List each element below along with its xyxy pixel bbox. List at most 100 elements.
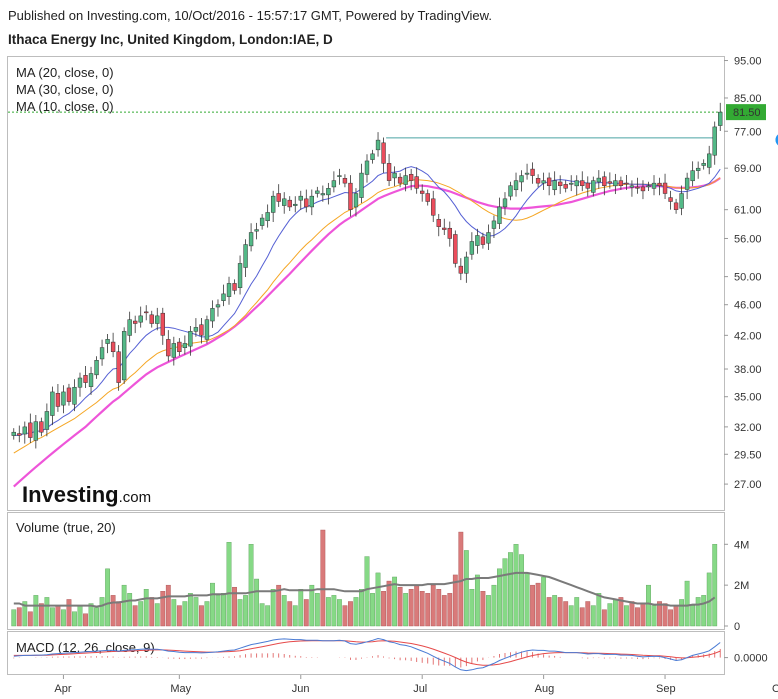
volume-bar-up (612, 599, 618, 627)
volume-bar-up (519, 554, 524, 627)
candle-down (66, 387, 72, 402)
candle-down (342, 178, 348, 184)
macd-tick-label: 0.0000 (734, 653, 768, 665)
volume-tick-label: 2M (734, 580, 749, 592)
x-tick-label: Apr (54, 683, 71, 695)
volume-bar-up (215, 595, 221, 627)
y-tick-label: 69.00 (734, 163, 762, 175)
volume-bar-down (16, 607, 22, 627)
candle-up (629, 185, 635, 188)
volume-bar-down (436, 589, 442, 627)
volume-bar-down (673, 605, 679, 627)
y-tick-label: 50.00 (734, 272, 762, 284)
candle-up (121, 331, 127, 381)
candle-up (712, 126, 717, 156)
volume-bar-down (458, 531, 464, 627)
candle-up (613, 180, 618, 187)
candle-down (348, 182, 353, 210)
volume-bar-up (403, 593, 409, 627)
candle-up (718, 111, 723, 126)
candle-up (690, 170, 695, 182)
candle-up (94, 360, 99, 376)
x-tick-label: Jun (292, 683, 310, 695)
volume-bar-up (646, 584, 651, 627)
candle-up (651, 182, 657, 189)
candle-up (541, 180, 546, 184)
volume-bar-up (684, 580, 690, 627)
candle-up (259, 217, 265, 226)
candle-down (458, 265, 464, 274)
candle-down (149, 314, 154, 324)
volume-bar-up (463, 550, 469, 627)
candle-up (519, 175, 524, 183)
candle-up (309, 195, 314, 208)
candle-up (77, 377, 83, 388)
candle-up (127, 319, 132, 336)
candle-down (276, 193, 281, 202)
candle-down (160, 312, 165, 336)
volume-bar-down (408, 589, 414, 627)
candle-down (110, 341, 116, 353)
volume-bar-up (508, 552, 513, 627)
x-tick-label: Aug (535, 683, 555, 695)
candle-down (425, 193, 430, 202)
volume-bar-down (320, 529, 326, 627)
volume-bar-up (524, 572, 530, 627)
volume-bar-up (127, 593, 133, 627)
volume-bar-up (359, 589, 364, 627)
candle-down (657, 182, 662, 186)
candle-up (50, 391, 55, 416)
volume-bar-up (210, 582, 215, 627)
volume-bar-down (585, 601, 591, 627)
volume-bar-down (38, 603, 44, 627)
volume-bar-down (640, 603, 646, 627)
candle-up (254, 229, 259, 232)
volume-bar-up (314, 593, 320, 627)
volume-bar-up (61, 609, 66, 627)
y-tick-label: 85.00 (734, 93, 762, 105)
candle-up (22, 426, 27, 435)
candle-down (304, 198, 309, 208)
volume-bar-up (364, 556, 370, 627)
volume-bar-up (259, 603, 265, 627)
volume-bar-up (469, 589, 475, 627)
candle-up (486, 232, 491, 244)
candle-down (436, 219, 441, 227)
candle-down (480, 236, 486, 245)
candle-up (105, 339, 110, 344)
candle-down (673, 202, 679, 210)
volume-bar-up (254, 578, 260, 627)
volume-bar-up (590, 605, 596, 627)
volume-bar-up (486, 595, 491, 627)
candle-down (557, 181, 563, 186)
candle-up (359, 172, 364, 198)
volume-bar-up (49, 607, 55, 627)
candle-down (232, 283, 237, 291)
candle-up (337, 175, 342, 177)
y-tick-label: 95.00 (734, 56, 762, 68)
volume-bar-down (480, 591, 486, 627)
candle-down (116, 351, 121, 383)
candle-down (640, 186, 646, 192)
candle-down (580, 180, 585, 186)
volume-bar-down (397, 586, 403, 627)
y-tick-label: 35.00 (734, 392, 762, 404)
volume-tick-label: 4M (734, 539, 749, 551)
volume-bar-down (425, 593, 431, 627)
volume-bar-down (116, 601, 122, 627)
candle-down (431, 198, 436, 216)
legend-entry: MA (20, close, 0) (16, 65, 114, 80)
volume-bar-down (199, 605, 204, 627)
volume-bar-down (629, 601, 635, 627)
volume-bar-up (243, 595, 248, 627)
volume-bar-up (651, 605, 657, 627)
candle-up (695, 167, 701, 171)
candle-down (133, 320, 138, 324)
candle-down (17, 433, 22, 436)
candle-up (524, 172, 530, 175)
volume-bar-up (298, 589, 304, 627)
ma20-line (13, 177, 721, 454)
candle-down (447, 227, 452, 239)
volume-bar-down (530, 584, 535, 627)
volume-bar-down (441, 595, 447, 627)
